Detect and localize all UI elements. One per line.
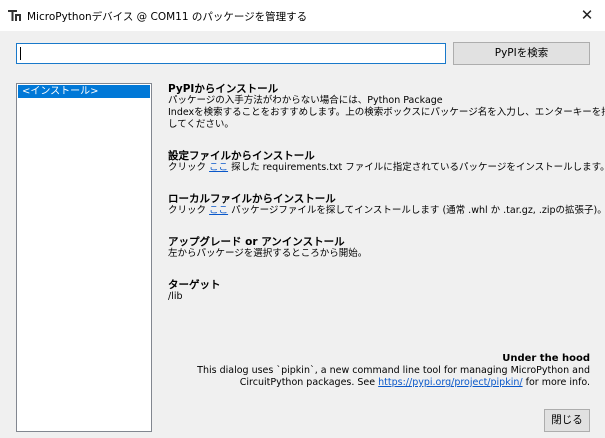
close-button[interactable]: 閉じる	[544, 409, 590, 432]
section-text: 左からパッケージを選択するところから開始。	[168, 248, 368, 259]
package-list-item-install[interactable]: <インストール>	[18, 85, 150, 98]
section-text: クリック ここ パッケージファイルを探してインストールします (通常 .whl …	[168, 205, 605, 216]
hood-text: This dialog uses `pipkin`, a new command…	[197, 365, 590, 376]
section-text: クリック ここ 探した requirements.txt ファイルに指定されてい…	[168, 162, 605, 173]
hood-title: Under the hood	[502, 353, 590, 364]
section-title: ローカルファイルからインストール	[168, 193, 336, 205]
section-target: ターゲット /lib	[168, 279, 590, 303]
close-icon[interactable]: ✕	[575, 4, 599, 26]
section-text: パッケージの入手方法がわからない場合には、Python Package	[168, 95, 443, 106]
requirements-file-link[interactable]: ここ	[209, 162, 228, 173]
package-search-input[interactable]	[16, 43, 446, 64]
package-list[interactable]: <インストール>	[16, 83, 152, 432]
search-pypi-button[interactable]: PyPIを検索	[453, 42, 590, 65]
thonny-app-icon	[8, 10, 21, 21]
section-text: Indexを検索することをおすすめします。上の検索ボックスにパッケージ名を入力し…	[168, 107, 605, 118]
dialog-body: PyPIを検索 <インストール> PyPIからインストール パッケージの入手方法…	[0, 31, 605, 438]
hood-text: CircuitPython packages. See https://pypi…	[239, 377, 590, 388]
text-caret	[20, 47, 21, 60]
section-upgrade: アップグレード or アンインストール 左からパッケージを選択するところから開始…	[168, 236, 590, 260]
title-bar: MicroPythonデバイス @ COM11 のパッケージを管理する ✕	[0, 0, 605, 31]
local-file-link[interactable]: ここ	[209, 205, 228, 216]
window-title: MicroPythonデバイス @ COM11 のパッケージを管理する	[27, 11, 308, 23]
section-text: してください。	[168, 119, 234, 130]
pipkin-link[interactable]: https://pypi.org/project/pipkin/	[378, 377, 522, 388]
section-local-file: ローカルファイルからインストール クリック ここ パッケージファイルを探してイン…	[168, 193, 605, 217]
section-title: PyPIからインストール	[168, 83, 279, 95]
section-title: アップグレード or アンインストール	[168, 236, 345, 248]
section-requirements: 設定ファイルからインストール クリック ここ 探した requirements.…	[168, 150, 605, 174]
section-title: 設定ファイルからインストール	[168, 150, 315, 162]
target-path: /lib	[168, 291, 183, 302]
under-the-hood-note: Under the hood This dialog uses `pipkin`…	[168, 353, 590, 389]
section-pypi: PyPIからインストール パッケージの入手方法がわからない場合には、Python…	[168, 83, 605, 131]
section-title: ターゲット	[168, 279, 221, 291]
